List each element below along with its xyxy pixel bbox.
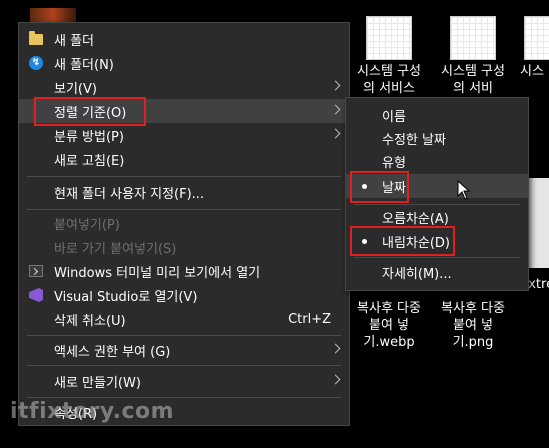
file-name: 시스템 구성의 서비스	[357, 64, 421, 96]
file-name: 시스	[520, 64, 544, 79]
menu-divider	[27, 209, 341, 210]
menu-divider	[27, 365, 341, 366]
highlight-box-descending	[350, 226, 455, 256]
menu-label: 바로 가기 붙여넣기(S)	[54, 241, 177, 257]
file-thumbnail	[366, 16, 412, 60]
menu-item-give-access[interactable]: 액세스 권한 부여 (G)	[19, 338, 349, 362]
menu-label: 새 폴더	[54, 33, 95, 49]
menu-label: Windows 터미널 미리 보기에서 열기	[54, 265, 261, 281]
menu-label: 새로 고침(E)	[54, 153, 125, 169]
menu-item-open-terminal[interactable]: Windows 터미널 미리 보기에서 열기	[19, 259, 349, 283]
file-thumbnail	[450, 16, 496, 60]
desktop-file-copy1[interactable]: 복사후 다중 붙여 넣기.webp	[352, 300, 426, 351]
desktop-file-sys3[interactable]: 시스	[520, 16, 549, 80]
menu-label: 새로 만들기(W)	[54, 375, 141, 391]
chevron-right-icon	[330, 80, 341, 91]
submenu-item-more[interactable]: 자세히(M)...	[346, 260, 528, 284]
menu-divider	[354, 257, 520, 258]
file-name: 복사후 다중 붙여 넣기.webp	[357, 301, 421, 350]
menu-label: 액세스 권한 부여 (G)	[54, 344, 171, 360]
submenu-item-name[interactable]: 이름	[346, 103, 528, 127]
menu-item-new[interactable]: ↯ 새 폴더(N)	[19, 51, 349, 75]
context-menu: 새 폴더 ↯ 새 폴더(N) 보기(V) 정렬 기준(O) 분류 방법(P) 새…	[18, 22, 350, 426]
menu-item-refresh[interactable]: 새로 고침(E)	[19, 147, 349, 171]
menu-item-undo-delete[interactable]: 삭제 취소(U) Ctrl+Z	[19, 307, 349, 331]
chevron-right-icon	[330, 128, 341, 139]
new-icon: ↯	[29, 56, 43, 70]
file-name: 복사후 다중 붙여 넣기.png	[441, 301, 505, 350]
menu-item-paste: 붙여넣기(P)	[19, 211, 349, 235]
menu-label: 분류 방법(P)	[54, 129, 124, 145]
chevron-right-icon	[330, 104, 341, 115]
folder-icon	[29, 31, 43, 45]
terminal-icon	[29, 265, 43, 277]
desktop-file-copy2[interactable]: 복사후 다중 붙여 넣기.png	[436, 300, 510, 351]
menu-label: 현재 폴더 사용자 지정(F)...	[54, 186, 205, 202]
menu-label: 자세히(M)...	[382, 266, 452, 282]
submenu-item-date-modified[interactable]: 수정한 날짜	[346, 126, 528, 150]
highlight-box-date	[350, 171, 409, 203]
menu-item-new-folder[interactable]: 새 폴더	[19, 27, 349, 51]
menu-label: 유형	[382, 155, 406, 171]
submenu-item-type[interactable]: 유형	[346, 149, 528, 173]
menu-label: 보기(V)	[54, 81, 97, 97]
chevron-right-icon	[330, 343, 341, 354]
shortcut-label: Ctrl+Z	[288, 311, 331, 327]
menu-item-new-submenu[interactable]: 새로 만들기(W)	[19, 369, 349, 393]
menu-label: 이름	[382, 109, 406, 125]
menu-item-open-visual-studio[interactable]: Visual Studio로 열기(V)	[19, 283, 349, 307]
visual-studio-icon	[29, 288, 43, 302]
menu-item-customize-folder[interactable]: 현재 폴더 사용자 지정(F)...	[19, 180, 349, 204]
menu-label: Visual Studio로 열기(V)	[54, 289, 198, 305]
file-thumbnail	[524, 16, 549, 60]
desktop-file-sys1[interactable]: 시스템 구성의 서비스	[352, 16, 426, 97]
menu-item-paste-shortcut: 바로 가기 붙여넣기(S)	[19, 235, 349, 259]
menu-label: 수정한 날짜	[382, 132, 446, 148]
menu-item-view[interactable]: 보기(V)	[19, 75, 349, 99]
watermark: itfixtory.com	[10, 399, 175, 424]
menu-item-group-by[interactable]: 분류 방법(P)	[19, 123, 349, 147]
menu-label: 오름차순(A)	[382, 211, 449, 227]
menu-divider	[27, 335, 341, 336]
menu-divider	[27, 176, 341, 177]
menu-divider	[27, 397, 341, 398]
highlight-box-sort-by	[34, 97, 146, 126]
menu-label: 새 폴더(N)	[54, 57, 114, 73]
chevron-right-icon	[330, 374, 341, 385]
menu-label: 삭제 취소(U)	[54, 313, 126, 329]
menu-label: 붙여넣기(P)	[54, 217, 120, 233]
